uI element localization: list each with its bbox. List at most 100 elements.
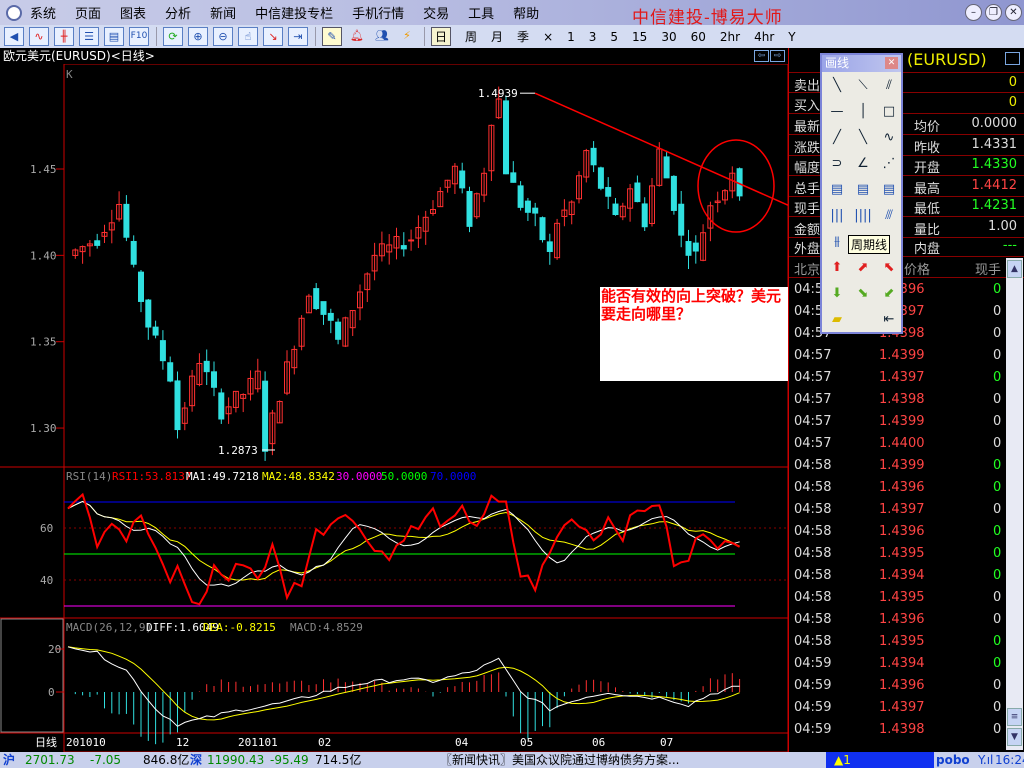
rect-icon[interactable]: □ — [877, 101, 901, 123]
users-icon[interactable]: 👥︎ — [372, 27, 392, 46]
delete-all-icon[interactable]: ⇤ — [877, 309, 901, 331]
cursor-icon[interactable]: ☝ — [238, 27, 258, 46]
scroll-left-button[interactable]: ⇦ — [754, 50, 769, 62]
hline-icon[interactable]: — — [825, 101, 849, 123]
period-month[interactable]: 月 — [491, 28, 503, 45]
menu-mobile[interactable]: 手机行情 — [352, 3, 404, 22]
period-day[interactable]: 日 — [431, 27, 452, 46]
period-15[interactable]: 15 — [632, 30, 647, 44]
minimize-button[interactable]: – — [965, 4, 982, 21]
line-chart-icon[interactable]: ∿ — [29, 27, 49, 46]
ray-down-icon[interactable]: ╲ — [851, 127, 875, 149]
menu-chart[interactable]: 图表 — [120, 3, 146, 22]
fib-time-icon[interactable]: |||| — [851, 205, 875, 227]
period-week[interactable]: 周 — [465, 28, 477, 45]
tick-row[interactable]: 04:57 1.4399 0 — [789, 345, 1009, 367]
scroll-up-button[interactable]: ▲ — [1007, 260, 1022, 278]
arrow-up-icon[interactable]: ⬆ — [825, 257, 849, 279]
wave-icon[interactable]: ∿ — [877, 127, 901, 149]
menu-analysis[interactable]: 分析 — [165, 3, 191, 22]
period-2hr[interactable]: 2hr — [720, 30, 740, 44]
sz-index[interactable]: 11990.43 — [207, 752, 264, 768]
tick-row[interactable]: 04:57 1.4400 0 — [789, 433, 1009, 455]
alert-count[interactable]: ▲1 — [826, 752, 934, 768]
import-icon[interactable]: ⇥ — [288, 27, 308, 46]
list-icon[interactable]: ☰ — [79, 27, 99, 46]
parallel-icon[interactable]: ⫽ — [877, 75, 901, 97]
tick-row[interactable]: 04:58 1.4395 0 — [789, 543, 1009, 565]
tick-row[interactable]: 04:571.43980 — [789, 389, 1009, 411]
menu-system[interactable]: 系统 — [30, 3, 56, 22]
kline-chart[interactable]: K 1.30 1.35 1.40 1.45 1.4939 1.2873 RSI(14) RSI1… — [0, 64, 788, 752]
segment-icon[interactable]: ⟍ — [851, 75, 875, 97]
maximize-icon[interactable] — [1005, 52, 1020, 65]
fan-icon[interactable]: ⋰ — [877, 153, 901, 175]
scroll-thumb[interactable]: ≡ — [1007, 708, 1022, 726]
sh-index[interactable]: 2701.73 — [25, 752, 75, 768]
report-icon[interactable]: ▤ — [104, 27, 124, 46]
period-5[interactable]: 5 — [610, 30, 618, 44]
tick-row[interactable]: 04:58 1.4394 0 — [789, 565, 1009, 587]
lightning-icon[interactable]: ⚡︎ — [397, 27, 417, 46]
tick-row[interactable]: 04:58 1.4396 0 — [789, 609, 1009, 631]
draw-icon[interactable]: ✎ — [322, 27, 342, 46]
refresh-icon[interactable]: ⟳ — [163, 27, 183, 46]
tick-row[interactable]: 04:58 1.4395 0 — [789, 631, 1009, 653]
cycle-icon[interactable]: ||| — [825, 205, 849, 227]
annotation-text[interactable]: 能否有效的向上突破？美元要走向哪里？ — [600, 287, 788, 381]
tick-row[interactable]: 04:571.43970 — [789, 367, 1009, 389]
ray-up-icon[interactable]: ╱ — [825, 127, 849, 149]
tick-row[interactable]: 04:58 1.4396 0 — [789, 477, 1009, 499]
arrow-downleft-icon[interactable]: ⬋ — [877, 283, 901, 305]
tick-row[interactable]: 04:58 1.4397 0 — [789, 499, 1009, 521]
tick-row[interactable]: 04:58 1.4395 0 — [789, 587, 1009, 609]
palette-close-button[interactable]: ✕ — [885, 57, 898, 69]
arrow-down-icon[interactable]: ⬇ — [825, 283, 849, 305]
scroll-down-button[interactable]: ▼ — [1007, 728, 1022, 746]
tick-row[interactable]: 04:58 1.4399 0 — [789, 455, 1009, 477]
menu-news[interactable]: 新闻 — [210, 3, 236, 22]
period-year[interactable]: Y — [788, 30, 795, 44]
back-icon[interactable]: ◀ — [4, 27, 24, 46]
eraser-icon[interactable]: ▰ — [825, 309, 849, 331]
speed-icon[interactable]: ⫻ — [877, 205, 901, 227]
restore-button[interactable]: ❐ — [985, 4, 1002, 21]
period-1[interactable]: 1 — [567, 30, 575, 44]
gann-icon[interactable]: ▤ — [825, 179, 849, 201]
zoom-out-icon[interactable]: ⊖ — [213, 27, 233, 46]
export-icon[interactable]: ↘ — [263, 27, 283, 46]
menu-column[interactable]: 中信建投专栏 — [255, 3, 333, 22]
menu-help[interactable]: 帮助 — [513, 3, 539, 22]
kline-icon[interactable]: ╫ — [54, 27, 74, 46]
period-30[interactable]: 30 — [661, 30, 676, 44]
period-quarter[interactable]: 季 — [517, 28, 529, 45]
tick-row[interactable]: 04:58 1.4396 0 — [789, 521, 1009, 543]
f10-icon[interactable]: F10 — [129, 27, 149, 46]
zoom-in-icon[interactable]: ⊕ — [188, 27, 208, 46]
scroll-right-button[interactable]: ⇨ — [770, 50, 785, 62]
period-close[interactable]: × — [543, 30, 553, 44]
close-button[interactable]: ✕ — [1005, 4, 1022, 21]
tick-row[interactable]: 04:59 1.4396 0 — [789, 675, 1009, 697]
fib-icon[interactable]: ▤ — [851, 179, 875, 201]
percent-icon[interactable]: ▤ — [877, 179, 901, 201]
menu-trade[interactable]: 交易 — [423, 3, 449, 22]
period-4hr[interactable]: 4hr — [754, 30, 774, 44]
app-logo-icon[interactable] — [6, 4, 22, 21]
tick-row[interactable]: 04:59 1.4397 0 — [789, 697, 1009, 719]
arrow-upright-icon[interactable]: ⬈ — [851, 257, 875, 279]
menu-page[interactable]: 页面 — [75, 3, 101, 22]
tick-list-scrollbar[interactable]: ▲ ≡ ▼ — [1006, 258, 1023, 750]
cycle-line-icon[interactable]: ⫵ — [825, 231, 849, 253]
menu-tools[interactable]: 工具 — [468, 3, 494, 22]
alarm-icon[interactable]: 🔔︎ — [347, 27, 367, 46]
arc-icon[interactable]: ⊃ — [825, 153, 849, 175]
line-icon[interactable]: ╲ — [825, 75, 849, 97]
tick-row[interactable]: 04:59 1.4394 0 — [789, 653, 1009, 675]
angle-icon[interactable]: ∠ — [851, 153, 875, 175]
arrow-downright-icon[interactable]: ⬊ — [851, 283, 875, 305]
tick-row[interactable]: 04:57 1.4399 0 — [789, 411, 1009, 433]
period-3[interactable]: 3 — [589, 30, 597, 44]
period-60[interactable]: 60 — [691, 30, 706, 44]
tick-row[interactable]: 04:59 1.4398 0 — [789, 719, 1009, 741]
